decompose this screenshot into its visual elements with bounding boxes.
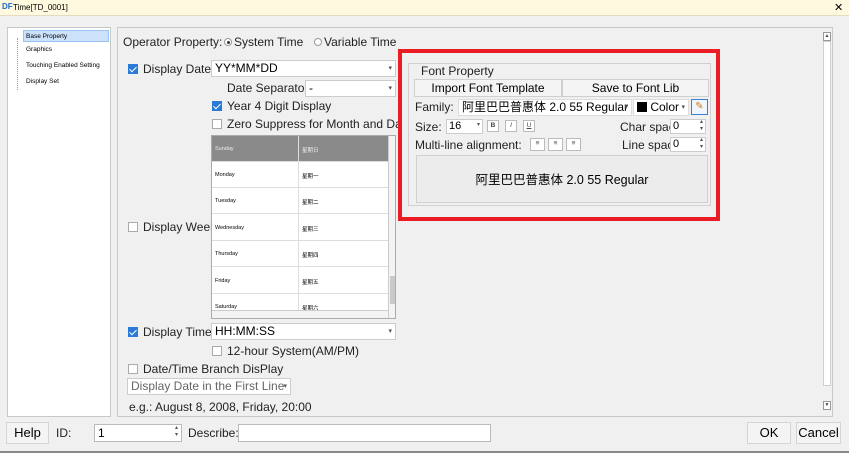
example-text: e.g.: August 8, 2008, Friday, 20:00 (129, 400, 312, 414)
radio-system-time[interactable] (224, 38, 232, 46)
close-icon[interactable]: ✕ (834, 1, 843, 14)
chevron-down-icon: ▾ (283, 383, 287, 390)
table-row[interactable]: Friday 星期五 (212, 268, 388, 294)
ok-button[interactable]: OK (747, 422, 791, 444)
chevron-down-icon: ▾ (388, 85, 392, 92)
id-label: ID: (56, 426, 72, 440)
year4-checkbox[interactable] (212, 101, 222, 111)
nav-tree: Base Property Graphics Touching Enabled … (7, 27, 111, 417)
describe-field[interactable] (238, 424, 491, 442)
display-date-checkbox[interactable] (128, 64, 138, 74)
title-bar: DF Time[TD_0001] ✕ (0, 0, 849, 16)
id-stepper[interactable]: 1 ▴ ▾ (94, 424, 182, 442)
week-en: Monday (215, 172, 235, 178)
table-row[interactable]: Sunday 星期日 (212, 136, 388, 162)
help-button[interactable]: Help (6, 422, 49, 444)
first-line-select[interactable]: Display Date in the First Line ▾ (127, 378, 291, 395)
first-line-value: Display Date in the First Line (131, 379, 285, 393)
display-week-label: Display Week (143, 220, 211, 234)
table-row[interactable]: Monday 星期一 (212, 162, 388, 188)
date-separator-label: Date Separator (227, 81, 309, 95)
highlight-box (398, 49, 720, 221)
chevron-down-icon: ▾ (388, 328, 392, 335)
radio-variable-time[interactable] (314, 38, 322, 46)
table-vscrollbar[interactable] (388, 136, 395, 318)
week-en: Wednesday (215, 225, 244, 231)
scroll-thumb[interactable] (823, 41, 831, 386)
week-table[interactable]: Sunday 星期日 Monday 星期一 Tuesday 星期二 Wednesday… (211, 135, 396, 319)
footer-bar: Help ID: 1 ▴ ▾ Describe: OK Cancel (0, 420, 849, 453)
date-separator-value: - (309, 81, 313, 95)
display-time-checkbox[interactable] (128, 327, 138, 337)
nav-item-graphics[interactable]: Graphics (26, 44, 52, 56)
scroll-up-icon[interactable]: ▲ (823, 32, 831, 41)
week-cn: 星期一 (302, 174, 319, 180)
week-cn: 星期三 (302, 227, 319, 233)
table-row[interactable]: Thursday 星期四 (212, 241, 388, 267)
system-time-label: System Time (234, 35, 304, 49)
cancel-button[interactable]: Cancel (796, 422, 841, 444)
table-row[interactable]: Wednesday 星期三 (212, 215, 388, 241)
nav-item-base-property[interactable]: Base Property (23, 30, 109, 42)
describe-label: Describe: (188, 426, 239, 440)
app-logo-icon: DF (2, 2, 13, 11)
panel-vscrollbar[interactable]: ▲ ▼ (822, 29, 832, 414)
table-hscrollbar[interactable] (212, 310, 388, 318)
date-separator-select[interactable]: - ▾ (305, 80, 396, 97)
id-value: 1 (98, 426, 105, 440)
week-en: Friday (215, 278, 231, 284)
display-date-label: Display Date (143, 62, 212, 76)
operator-property-label: Operator Property: (123, 35, 223, 49)
hour12-label: 12-hour System(AM/PM) (227, 344, 360, 358)
zero-suppress-label: Zero Suppress for Month and Day (227, 117, 398, 131)
week-cn: 星期二 (302, 200, 319, 206)
branch-display-checkbox[interactable] (128, 364, 138, 374)
date-format-select[interactable]: YY*MM*DD ▾ (211, 60, 396, 77)
scroll-thumb[interactable] (390, 276, 395, 304)
time-format-select[interactable]: HH:MM:SS ▾ (211, 323, 396, 340)
nav-item-display-set[interactable]: Display Set (26, 76, 59, 88)
spin-arrows-icon: ▴ ▾ (174, 425, 178, 438)
table-row[interactable]: Tuesday 星期二 (212, 188, 388, 214)
display-time-label: Display Time (143, 325, 212, 339)
variable-time-label: Variable Time (324, 35, 397, 49)
date-format-value: YY*MM*DD (215, 61, 278, 75)
zero-suppress-checkbox[interactable] (212, 119, 222, 129)
week-cn: 星期四 (302, 253, 319, 259)
chevron-down-icon: ▾ (388, 65, 392, 72)
week-en: Tuesday (215, 198, 236, 204)
window-title: Time[TD_0001] (13, 3, 68, 12)
column-divider (298, 136, 299, 318)
scroll-down-icon[interactable]: ▼ (823, 401, 831, 410)
nav-item-touching-enabled[interactable]: Touching Enabled Setting (26, 60, 100, 72)
week-en: Thursday (215, 251, 238, 257)
week-cn: 星期日 (302, 148, 319, 154)
branch-display-label: Date/Time Branch DisPlay (143, 362, 284, 376)
display-week-checkbox[interactable] (128, 222, 138, 232)
hour12-checkbox[interactable] (212, 346, 222, 356)
week-cn: 星期五 (302, 280, 319, 286)
week-en: Sunday (215, 146, 234, 152)
year4-label: Year 4 Digit Display (227, 99, 332, 113)
tree-line (17, 38, 18, 90)
time-format-value: HH:MM:SS (215, 324, 275, 338)
